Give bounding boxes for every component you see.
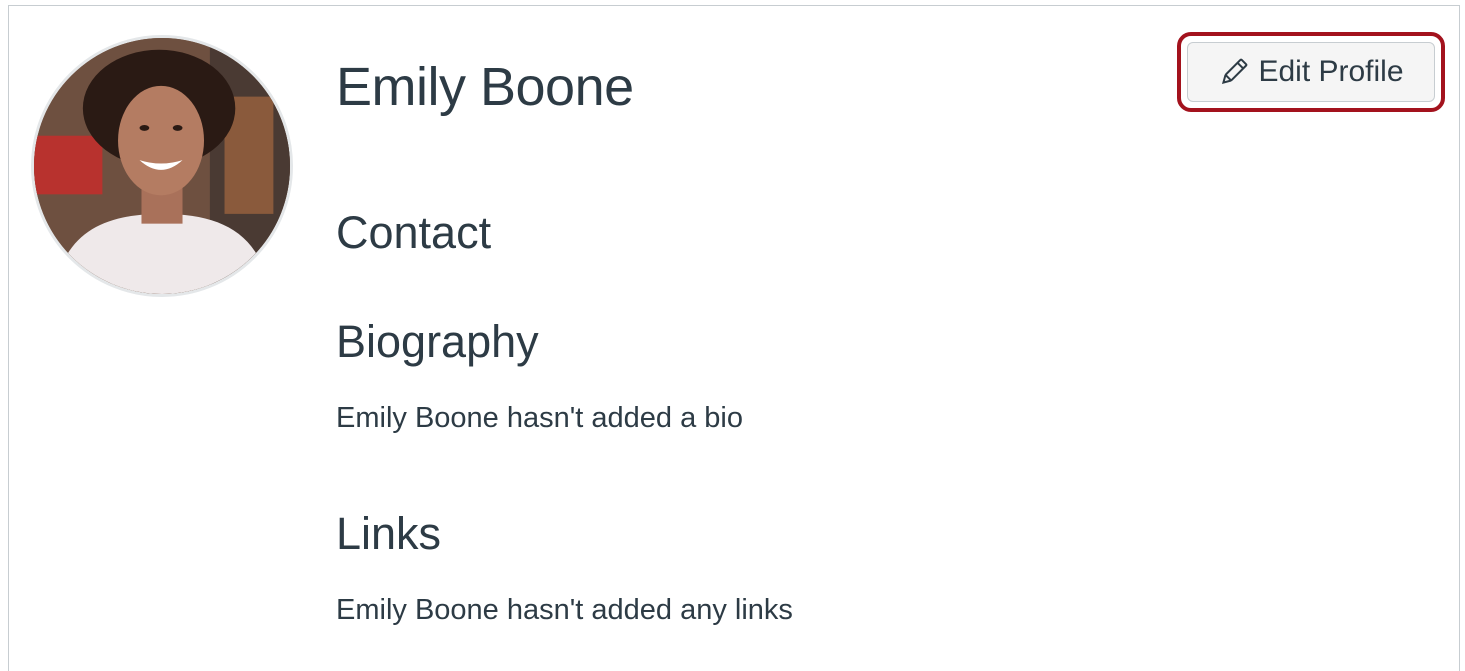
profile-page: Emily Boone Contact Biography Emily Boon… bbox=[0, 0, 1465, 671]
profile-name: Emily Boone bbox=[336, 57, 634, 117]
edit-profile-label: Edit Profile bbox=[1258, 55, 1404, 88]
avatar-photo bbox=[34, 38, 290, 294]
links-heading: Links bbox=[336, 508, 442, 559]
edit-profile-button[interactable]: Edit Profile bbox=[1187, 42, 1435, 102]
contact-heading: Contact bbox=[336, 207, 492, 258]
links-text: Emily Boone hasn't added any links bbox=[336, 594, 793, 626]
biography-text: Emily Boone hasn't added a bio bbox=[336, 402, 743, 434]
avatar bbox=[31, 35, 293, 297]
biography-heading: Biography bbox=[336, 316, 539, 367]
pencil-icon bbox=[1218, 56, 1250, 88]
